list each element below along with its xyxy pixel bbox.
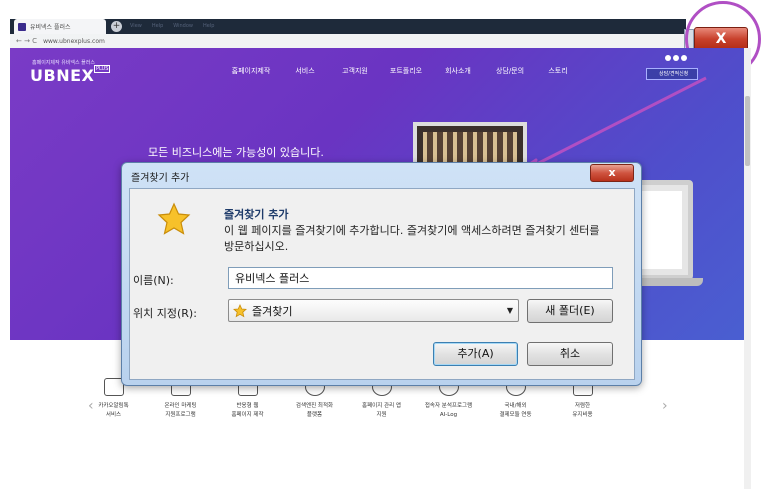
site-favicon-icon [18,22,26,31]
site-logo[interactable]: UBNEX [30,66,94,85]
cancel-button[interactable]: 취소 [527,342,613,366]
service-sublabel: 홈페이지 제작 [231,412,264,418]
dropdown-arrow-icon[interactable]: ▼ [507,306,513,315]
name-input[interactable] [228,267,613,289]
consult-button[interactable]: 상담/견적신청 [646,68,698,80]
favorites-star-icon [157,202,191,235]
scrollbar-thumb[interactable] [745,96,750,166]
dialog-description: 이 웹 페이지를 즐겨찾기에 추가합니다. 즐겨찾기에 액세스하려면 즐겨찾기 … [224,224,600,253]
instagram-icon[interactable] [681,55,687,61]
facebook-icon[interactable] [665,55,671,61]
service-sublabel: 플랫폼 [306,412,323,418]
ghost-menu: View Help Window Help [130,23,214,29]
add-button[interactable]: 추가(A) [433,342,518,366]
service-sublabel: 결제모듈 연동 [499,412,532,418]
service-label: 온라인 마케팅 [164,403,197,409]
ghost-menu-item: View [130,23,142,29]
service-label: 홈페이지 관리 앱 [362,403,401,409]
nav-item[interactable]: 고객지원 [330,66,380,76]
logo-tagline: 홈페이지제작 유비넥스 플러스 [32,60,95,66]
location-label: 위치 지정(R): [133,307,197,320]
address-bar[interactable]: ← → C www.ubnexplus.com [10,34,686,48]
service-sublabel: AI-Log [439,412,458,418]
service-label: 카카오알림톡 [98,403,129,409]
ghost-menu-item: Window [173,23,193,29]
service-sublabel: 서비스 [105,412,122,418]
nav-buttons[interactable]: ← → C [16,37,37,45]
service-label: 국내/해외 [504,403,527,409]
service-label: 검색엔진 최적화 [295,403,334,409]
social-links [665,55,687,61]
nav-item[interactable]: 홈페이지제작 [222,66,280,76]
main-navigation: 홈페이지제작 서비스 고객지원 포트폴리오 회사소개 상담/문의 스토리 [222,66,580,76]
hero-title: 모든 비즈니스에는 가능성이 있습니다. [148,146,324,159]
nav-item[interactable]: 스토리 [536,66,580,76]
service-label: 반응형 웹 [236,403,259,409]
nav-item[interactable]: 회사소개 [432,66,484,76]
dialog-body: 즐겨찾기 추가 이 웹 페이지를 즐겨찾기에 추가합니다. 즐겨찾기에 액세스하… [129,188,635,380]
new-folder-button[interactable]: 새 폴더(E) [527,299,613,323]
nav-item[interactable]: 서비스 [280,66,330,76]
nav-item[interactable]: 상담/문의 [484,66,536,76]
service-sublabel: 지원프로그램 [165,412,196,418]
ghost-menu-item: Help [203,23,215,29]
service-sublabel: 유지비용 [572,412,593,418]
dialog-close-button[interactable]: x [590,164,634,182]
blog-icon[interactable] [673,55,679,61]
browser-tab-bar: 유비넥스 플러스 + View Help Window Help [0,0,761,34]
service-sublabel: 지원 [376,412,387,418]
location-select[interactable]: 즐겨찾기 ▼ [228,299,519,322]
page-scrollbar[interactable] [744,48,751,489]
nav-item[interactable]: 포트폴리오 [380,66,432,76]
ghost-menu-item: Help [151,23,164,29]
favorites-folder-star-icon [233,303,247,317]
name-label: 이름(N): [133,274,174,287]
add-favorite-dialog: 즐겨찾기 추가 x 즐겨찾기 추가 이 웹 페이지를 즐겨찾기에 추가합니다. … [121,162,642,386]
dialog-title: 즐겨찾기 추가 [131,173,190,184]
url-text[interactable]: www.ubnexplus.com [43,38,105,45]
dialog-heading: 즐겨찾기 추가 [224,208,289,221]
service-label: 저렴한 [574,403,591,409]
logo-plus-badge: PLUS [94,65,111,73]
tab-title: 유비넥스 플러스 [30,24,71,31]
location-value: 즐겨찾기 [252,304,293,318]
service-label: 접속자 분석프로그램 [424,403,473,409]
browser-tab[interactable]: 유비넥스 플러스 [14,19,106,34]
new-tab-button[interactable]: + [111,21,122,32]
next-arrow-icon[interactable]: › [662,398,668,414]
